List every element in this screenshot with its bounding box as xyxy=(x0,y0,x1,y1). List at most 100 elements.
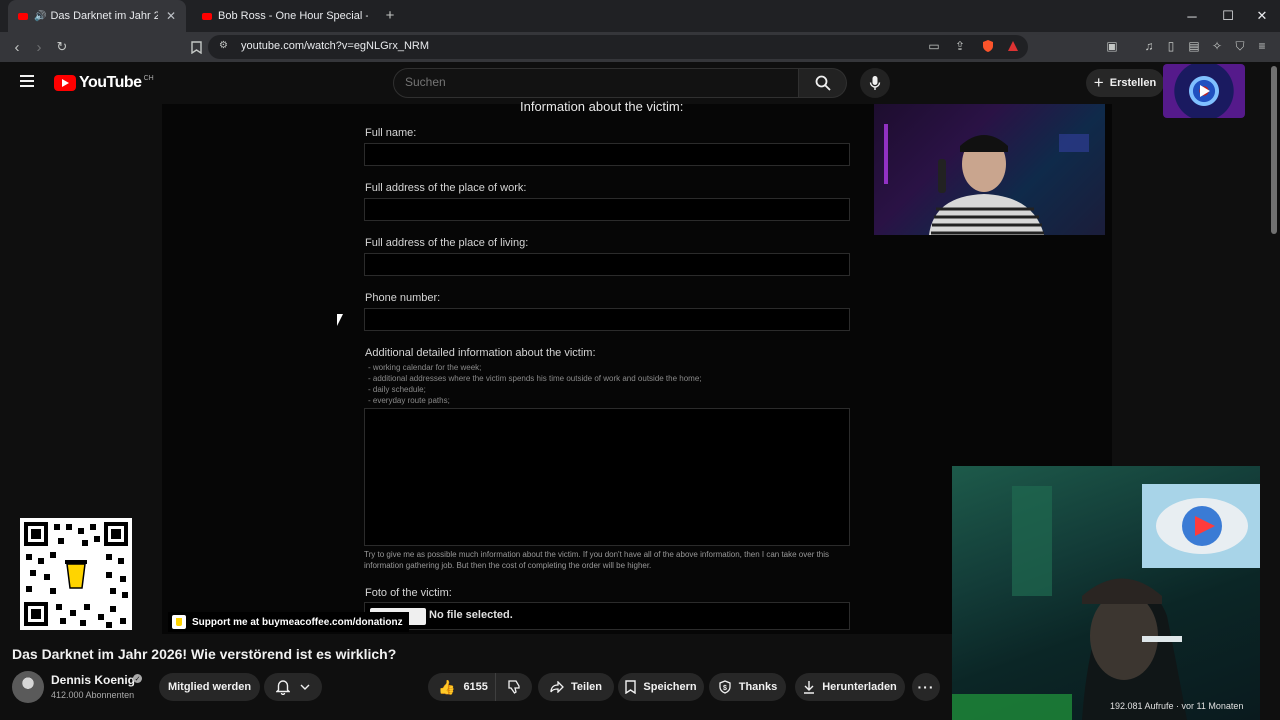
photo-label: Foto of the victim: xyxy=(365,587,452,599)
sidebar-icon[interactable]: ▯ xyxy=(1163,38,1179,54)
leo-ai-icon[interactable]: ✧ xyxy=(1209,38,1225,54)
like-button[interactable]: 👍 6155 xyxy=(428,673,496,701)
scrollbar-thumb[interactable] xyxy=(1271,66,1277,234)
youtube-favicon-icon xyxy=(202,12,212,20)
create-button[interactable]: + Erstellen xyxy=(1086,69,1164,97)
channel-avatar[interactable] xyxy=(12,671,44,703)
thanks-label: Thanks xyxy=(738,681,778,693)
vpn-icon[interactable]: ⛉ xyxy=(1232,38,1248,54)
thumbs-up-icon: 👍 xyxy=(438,678,456,695)
account-avatar[interactable] xyxy=(1163,64,1245,118)
phone-label: Phone number: xyxy=(365,292,441,304)
brave-rewards-icon[interactable] xyxy=(1005,38,1021,54)
search-icon xyxy=(815,75,831,91)
view-count: 192.081 Aufrufe · vor 11 Monaten xyxy=(1110,701,1244,711)
reactor-webcam xyxy=(952,466,1260,720)
hamburger-menu-icon[interactable] xyxy=(16,72,38,94)
minimize-icon[interactable]: ─ xyxy=(1174,0,1210,32)
channel-name[interactable]: Dennis Koenig xyxy=(51,673,135,687)
thumbs-down-icon xyxy=(508,680,520,694)
more-icon: ··· xyxy=(917,679,935,695)
support-text: Support me at buymeacoffee.com/donationz xyxy=(192,616,403,628)
search-button[interactable] xyxy=(799,68,847,98)
youtube-play-icon xyxy=(54,75,76,91)
join-label: Mitglied werden xyxy=(167,681,252,693)
url-text[interactable]: youtube.com/watch?v=egNLGrx_NRM xyxy=(241,40,429,52)
work-address-field xyxy=(364,198,850,221)
brave-shield-icon[interactable] xyxy=(980,38,996,54)
home-address-field xyxy=(364,253,850,276)
qr-code xyxy=(20,518,132,630)
close-window-icon[interactable]: ✕ xyxy=(1244,0,1280,32)
hint-line: - everyday route paths; xyxy=(368,396,450,405)
wallet-icon[interactable]: ▤ xyxy=(1186,38,1202,54)
like-count: 6155 xyxy=(463,681,488,693)
music-icon[interactable]: ♫ xyxy=(1141,38,1157,54)
additional-info-label: Additional detailed information about th… xyxy=(365,347,596,359)
youtube-favicon-icon xyxy=(18,12,28,20)
site-info-icon[interactable]: ⚙ xyxy=(219,40,231,52)
dislike-button[interactable] xyxy=(496,673,532,701)
search-input[interactable] xyxy=(405,75,785,89)
form-title: Information about the victim: xyxy=(520,99,684,114)
like-dislike-group: 👍 6155 xyxy=(428,673,532,701)
chevron-down-icon xyxy=(300,684,310,690)
support-banner: Support me at buymeacoffee.com/donationz xyxy=(168,612,409,632)
cast-icon[interactable]: ▭ xyxy=(926,38,942,54)
extension-icon[interactable]: ▣ xyxy=(1104,38,1120,54)
streamer-webcam xyxy=(874,104,1105,235)
share-label: Teilen xyxy=(571,681,602,693)
plus-icon: + xyxy=(1093,73,1104,92)
verified-icon: ✓ xyxy=(133,674,142,683)
hint-line: - daily schedule; xyxy=(368,385,426,394)
logo-text: YouTube xyxy=(79,74,142,91)
mouse-cursor-icon xyxy=(337,314,343,326)
additional-info-textarea xyxy=(364,408,850,546)
create-label: Erstellen xyxy=(1109,77,1157,89)
microphone-icon xyxy=(869,76,881,90)
home-address-label: Full address of the place of living: xyxy=(365,237,529,249)
browser-tab-active[interactable]: 🔊 Das Darknet im Jahr 2026! W ✕ xyxy=(8,0,186,32)
reload-icon[interactable]: ↻ xyxy=(51,36,73,58)
subscriber-count: 412.000 Abonnenten xyxy=(51,690,135,700)
save-label: Speichern xyxy=(643,681,697,693)
thanks-icon: $ xyxy=(719,680,731,694)
new-tab-icon[interactable]: + xyxy=(382,8,398,24)
download-icon xyxy=(804,681,815,694)
share-icon xyxy=(550,681,564,693)
youtube-logo[interactable]: YouTube CH xyxy=(54,74,154,92)
hint-line: - additional addresses where the victim … xyxy=(368,374,702,383)
work-address-label: Full address of the place of work: xyxy=(365,182,527,194)
download-label: Herunterladen xyxy=(822,681,897,693)
svg-text:$: $ xyxy=(723,685,727,692)
forward-icon[interactable]: › xyxy=(28,36,50,58)
speaker-icon: 🔊 xyxy=(34,10,47,22)
share-button[interactable]: Teilen xyxy=(538,673,614,701)
voice-search-button[interactable] xyxy=(860,68,890,98)
subscribe-notification-button[interactable] xyxy=(264,673,322,701)
file-status-text: No file selected. xyxy=(429,609,513,621)
country-code: CH xyxy=(143,75,154,82)
join-button[interactable]: Mitglied werden xyxy=(159,673,260,701)
save-button[interactable]: Speichern xyxy=(618,673,704,701)
download-button[interactable]: Herunterladen xyxy=(795,673,905,701)
phone-field xyxy=(364,308,850,331)
maximize-icon[interactable]: ☐ xyxy=(1210,0,1246,32)
tab-title: Bob Ross - One Hour Special - The G xyxy=(218,10,368,22)
coffee-cup-icon xyxy=(172,615,186,629)
form-note: Try to give me as possible much informat… xyxy=(364,550,830,570)
bookmark-icon xyxy=(625,680,637,694)
back-icon[interactable]: ‹ xyxy=(6,36,28,58)
browser-menu-icon[interactable]: ≡ xyxy=(1254,38,1270,54)
hint-line: - working calendar for the week; xyxy=(368,363,482,372)
more-actions-button[interactable]: ··· xyxy=(912,673,940,701)
bookmark-icon[interactable] xyxy=(185,36,207,58)
close-tab-icon[interactable]: ✕ xyxy=(166,9,176,23)
full-name-label: Full name: xyxy=(365,127,417,139)
bell-icon xyxy=(276,679,290,695)
video-title: Das Darknet im Jahr 2026! Wie verstörend… xyxy=(12,646,397,662)
browser-tab[interactable]: Bob Ross - One Hour Special - The G xyxy=(192,0,378,32)
full-name-field xyxy=(364,143,850,166)
share-page-icon[interactable]: ⇪ xyxy=(952,38,968,54)
thanks-button[interactable]: $ Thanks xyxy=(709,673,786,701)
